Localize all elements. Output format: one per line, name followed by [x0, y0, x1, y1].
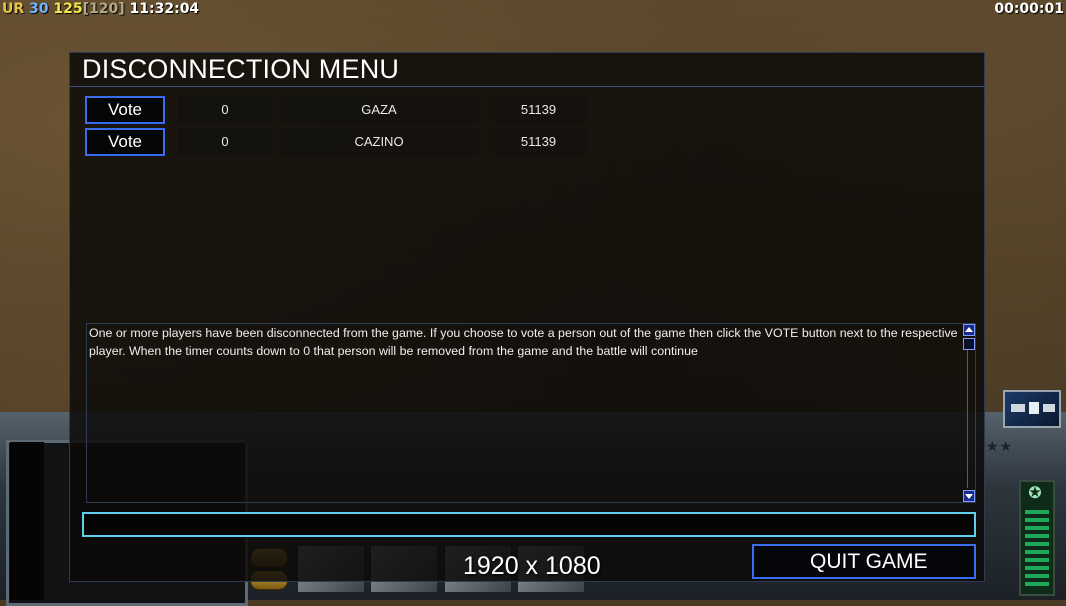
message-log[interactable]: One or more players have been disconnect…	[86, 323, 976, 503]
player-name: CAZINO	[279, 128, 479, 156]
chat-input[interactable]	[82, 512, 976, 537]
scroll-thumb[interactable]	[963, 338, 975, 350]
vote-count: 0	[178, 128, 272, 156]
rank-stars-icon: ★★	[986, 438, 1014, 454]
scroll-up-icon[interactable]	[963, 324, 975, 336]
hud-stats: UR 30 125[120] 11:32:04	[2, 1, 199, 17]
vote-button[interactable]: Vote	[85, 96, 165, 124]
game-timer: 00:00:01	[994, 1, 1064, 17]
message-scrollbar[interactable]	[962, 324, 976, 504]
satellite-icon[interactable]	[1003, 390, 1061, 428]
faction-star-icon: ✪	[1028, 485, 1042, 502]
radar-left-strip	[10, 442, 44, 600]
hud-clock: 11:32:04	[129, 1, 200, 17]
hud-ping-bracket: [120]	[82, 1, 125, 17]
quit-game-button[interactable]: QUIT GAME	[752, 544, 976, 579]
player-timer: 51139	[490, 96, 587, 124]
player-timer: 51139	[490, 128, 587, 156]
hud-ur-label: UR	[2, 1, 25, 17]
player-name: GAZA	[279, 96, 479, 124]
scroll-track[interactable]	[967, 338, 968, 488]
disconnection-dialog: DISCONNECTION MENU Vote 0 GAZA 51139 Vot…	[69, 52, 985, 582]
hud-ping: 125	[53, 1, 83, 17]
scroll-down-icon[interactable]	[963, 490, 975, 502]
vote-button[interactable]: Vote	[85, 128, 165, 156]
hud-fps: 30	[29, 1, 49, 17]
disconnect-message: One or more players have been disconnect…	[89, 326, 958, 358]
dialog-title: DISCONNECTION MENU	[82, 54, 400, 84]
resolution-label: 1920 x 1080	[463, 552, 601, 580]
title-divider	[70, 86, 984, 87]
vote-count: 0	[178, 96, 272, 124]
